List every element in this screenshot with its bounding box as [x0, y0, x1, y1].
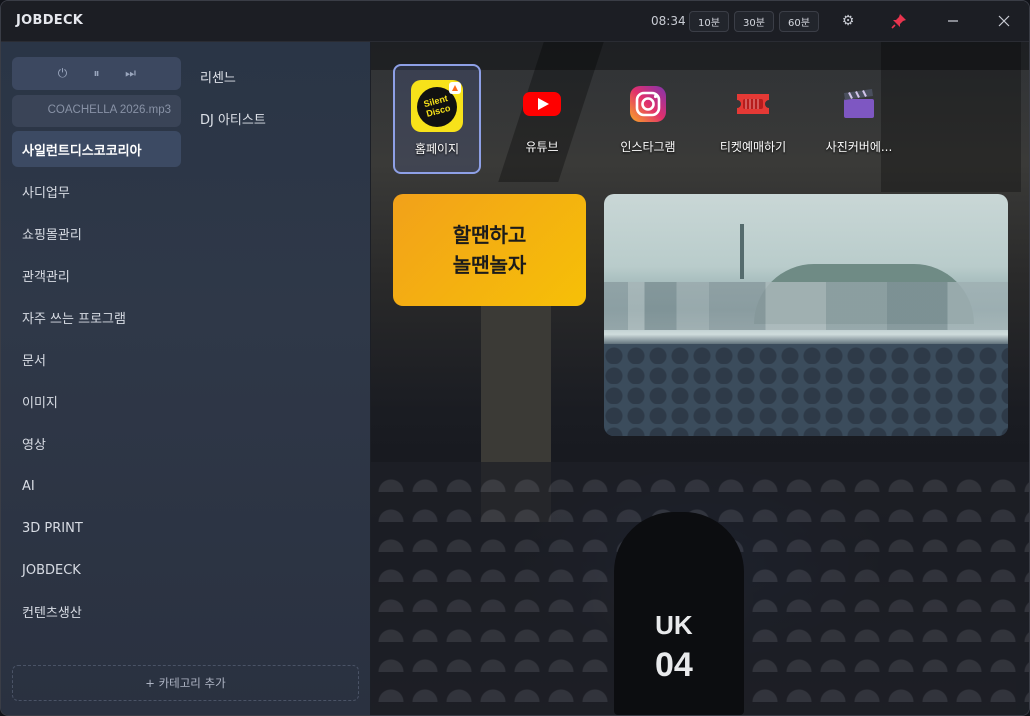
app-window: JOBDECK 08:34 10분 30분 60분 ⚙ ⏻ ⏸ ⏭ COACHE…	[0, 0, 1030, 716]
subcategory-dj-artist[interactable]: DJ 아티스트	[200, 109, 266, 128]
category-shopping-mall[interactable]: 쇼핑몰관리	[12, 215, 181, 251]
category-3d-print[interactable]: 3D PRINT	[12, 510, 181, 546]
title-bar: JOBDECK 08:34 10분 30분 60분 ⚙	[1, 1, 1029, 42]
timer-30-button[interactable]: 30분	[734, 11, 774, 32]
shortcut-label: 티켓예매하기	[719, 140, 787, 154]
shortcut-label: 홈페이지	[414, 142, 460, 156]
youtube-icon	[516, 78, 568, 130]
promo-line-2: 놀땐놀자	[452, 253, 527, 277]
track-name: COACHELLA 2026.mp3	[47, 104, 171, 116]
pause-icon[interactable]: ⏸	[89, 66, 105, 81]
category-documents[interactable]: 문서	[12, 341, 181, 377]
subcategory-risene[interactable]: 리센느	[200, 67, 236, 86]
shortcut-label: 유튜브	[525, 140, 559, 154]
category-images[interactable]: 이미지	[12, 383, 181, 419]
app-title: JOBDECK	[16, 13, 84, 28]
media-controls: ⏻ ⏸ ⏭	[12, 57, 181, 90]
now-playing-track[interactable]: COACHELLA 2026.mp3	[12, 95, 181, 127]
shortcut-ticket[interactable]: 티켓예매하기	[709, 64, 797, 174]
category-ai[interactable]: AI	[12, 468, 181, 504]
category-video[interactable]: 영상	[12, 425, 181, 461]
category-frequent-programs[interactable]: 자주 쓰는 프로그램	[12, 299, 181, 335]
category-sadi-work[interactable]: 사디업무	[12, 173, 181, 209]
photo-tower	[740, 224, 744, 279]
category-content[interactable]: 컨텐츠생산	[12, 593, 181, 629]
timer-60-button[interactable]: 60분	[779, 11, 819, 32]
silent-disco-logo-icon: Silent Disco	[411, 80, 463, 132]
close-icon[interactable]	[992, 10, 1016, 32]
pin-icon[interactable]	[887, 10, 911, 32]
instagram-icon	[622, 78, 674, 130]
shortcut-instagram[interactable]: 인스타그램	[604, 64, 692, 174]
shortcut-label: 인스타그램	[620, 140, 676, 154]
category-audience[interactable]: 관객관리	[12, 257, 181, 293]
shortcut-homepage[interactable]: Silent Disco 홈페이지	[393, 64, 481, 174]
category-jobdeck[interactable]: JOBDECK	[12, 552, 181, 588]
dj-shirt-text: UK 04	[655, 610, 693, 684]
photo-crowd	[604, 344, 1008, 436]
add-category-button[interactable]: + 카테고리 추가	[12, 665, 359, 701]
minimize-icon[interactable]	[941, 10, 965, 32]
timer-10-button[interactable]: 10분	[689, 11, 729, 32]
ticket-icon	[727, 78, 779, 130]
clock: 08:34	[651, 14, 686, 28]
category-silent-disco-korea[interactable]: 사일런트디스코코리아	[12, 131, 181, 167]
power-icon[interactable]: ⏻	[55, 66, 71, 81]
shortcut-photo-cover[interactable]: 사진커버에...	[815, 64, 903, 174]
promo-banner[interactable]: 할땐하고 놀땐놀자	[393, 194, 586, 306]
shortcut-youtube[interactable]: 유튜브	[498, 64, 586, 174]
sidebar: ⏻ ⏸ ⏭ COACHELLA 2026.mp3 사일런트디스코코리아 사디업무…	[1, 42, 371, 715]
next-track-icon[interactable]: ⏭	[123, 66, 139, 81]
promo-line-1: 할땐하고	[452, 223, 527, 247]
main-panel: UK 04 Silent Disco 홈페이지 유튜브 인스타그램 티켓예매하기…	[371, 42, 1029, 715]
event-photo[interactable]	[604, 194, 1008, 436]
gear-icon[interactable]: ⚙	[836, 10, 860, 32]
clapperboard-icon	[833, 78, 885, 130]
photo-skyline	[604, 282, 1008, 330]
shortcut-label: 사진커버에...	[825, 140, 893, 154]
